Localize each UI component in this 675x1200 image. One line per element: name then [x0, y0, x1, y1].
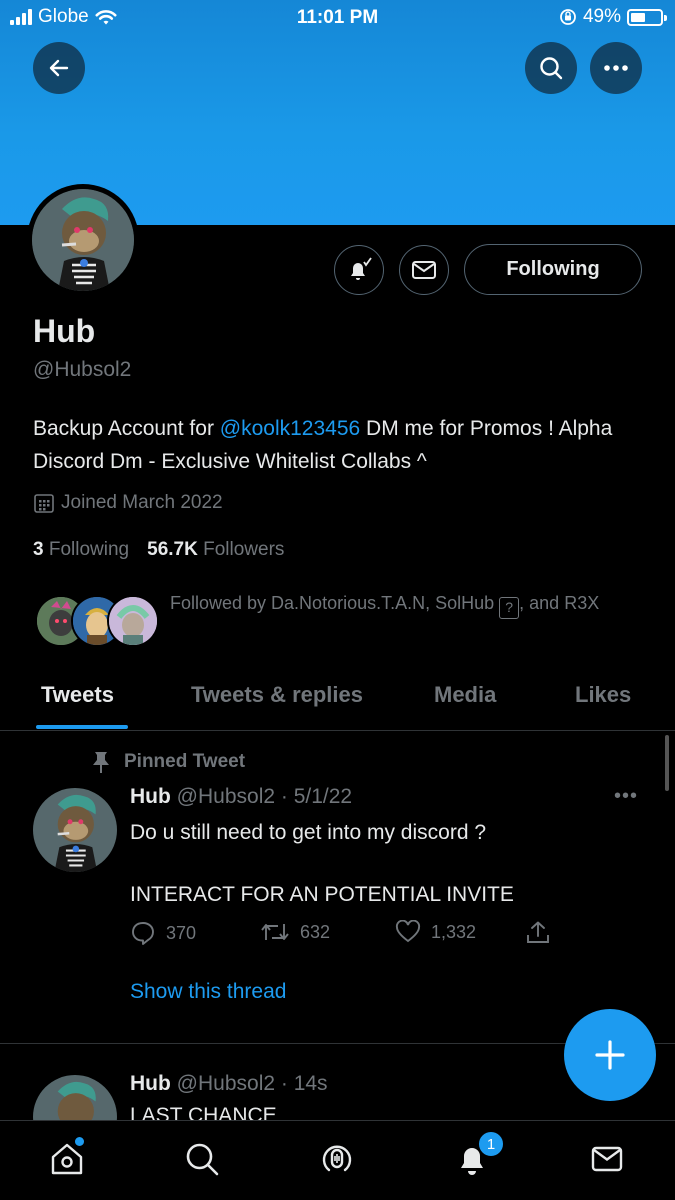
home-unread-dot — [75, 1137, 84, 1146]
tweet-header: Hub @Hubsol2 · 14s — [130, 1072, 328, 1096]
active-tab-indicator — [36, 725, 128, 729]
more-options-button[interactable] — [590, 42, 642, 94]
tweet-header: Hub @Hubsol2 · 5/1/22 — [130, 785, 352, 809]
battery-icon — [627, 8, 667, 26]
share-button[interactable] — [525, 920, 551, 946]
profile-handle: @Hubsol2 — [33, 358, 132, 381]
joined-date: Joined March 2022 — [33, 492, 223, 514]
tweet-text: Do u still need to get into my discord ?… — [130, 817, 650, 910]
pinned-text: Pinned Tweet — [124, 751, 246, 772]
share-icon — [527, 921, 549, 943]
tweet-text: LAST CHANCE — [130, 1104, 277, 1120]
bio-mention-link[interactable]: @koolk123456 — [220, 417, 360, 440]
orientation-lock-icon — [560, 9, 576, 25]
tab-media[interactable]: Media — [434, 682, 496, 708]
joined-text: Joined March 2022 — [61, 492, 223, 513]
follower-avatar — [107, 595, 159, 647]
followers-stat[interactable]: 56.7K Followers — [147, 539, 284, 561]
profile-name: Hub — [33, 313, 96, 349]
more-icon — [604, 65, 628, 71]
profile-tabs: Tweets Tweets & replies Media Likes — [0, 670, 675, 731]
following-button[interactable]: Following — [464, 244, 642, 295]
followed-by-rest: , and R3X — [519, 593, 600, 613]
follow-stats: 3 Following 56.7K Followers — [33, 539, 284, 561]
status-bar: Globe 11:01 PM 49% — [0, 0, 675, 36]
message-button[interactable] — [399, 245, 449, 295]
reply-icon — [132, 922, 154, 945]
like-icon — [395, 920, 421, 943]
back-arrow-icon — [49, 59, 69, 77]
tweet-author-name[interactable]: Hub — [130, 1072, 171, 1095]
mail-icon — [412, 261, 436, 279]
retweet-icon — [261, 924, 289, 940]
nav-home[interactable] — [45, 1137, 89, 1181]
back-button[interactable] — [33, 42, 85, 94]
pin-icon — [93, 752, 109, 773]
like-button[interactable]: 1,332 — [395, 920, 476, 944]
following-stat[interactable]: 3 Following — [33, 539, 129, 561]
tweet-handle-date: @Hubsol2 · 5/1/22 — [176, 785, 353, 808]
profile-bio: Backup Account for @koolk123456 DM me fo… — [33, 412, 653, 478]
ape-avatar-image — [33, 788, 117, 872]
spaces-icon — [322, 1145, 352, 1172]
plus-icon — [595, 1040, 625, 1070]
tweet-line-1: Do u still need to get into my discord ? — [130, 821, 487, 844]
followers-label: Followers — [203, 539, 285, 560]
bottom-navigation: 1 — [0, 1120, 675, 1200]
notifications-badge: 1 — [477, 1130, 505, 1158]
search-icon — [540, 57, 563, 80]
tab-tweets[interactable]: Tweets — [41, 682, 114, 708]
followers-you-know-avatars[interactable] — [35, 595, 159, 647]
tweet-author-avatar[interactable] — [33, 788, 117, 872]
tab-tweets-and-replies[interactable]: Tweets & replies — [191, 682, 363, 708]
bio-text: Backup Account for — [33, 417, 220, 440]
notify-bell-button[interactable] — [334, 245, 384, 295]
tweet-more-button[interactable]: ••• — [614, 785, 638, 808]
like-count: 1,332 — [431, 921, 477, 942]
tweet-handle-time: @Hubsol2 · 14s — [176, 1072, 328, 1095]
compose-tweet-button[interactable] — [564, 1009, 656, 1101]
following-label: Following — [48, 539, 130, 560]
followed-by-names: Followed by Da.Notorious.T.A.N, SolHub — [170, 593, 500, 613]
nav-notifications[interactable]: 1 — [450, 1130, 505, 1181]
nav-spaces[interactable] — [315, 1137, 359, 1181]
battery-percent: 49% — [582, 6, 621, 27]
calendar-icon — [34, 494, 54, 513]
show-thread-link[interactable]: Show this thread — [130, 980, 286, 1004]
reply-button[interactable]: 370 — [130, 920, 196, 946]
messages-icon — [591, 1146, 623, 1172]
following-count: 3 — [33, 539, 44, 560]
pinned-tweet-label: Pinned Tweet — [90, 750, 245, 774]
tweet-actions: 370 632 1,332 — [130, 920, 560, 952]
followers-count: 56.7K — [147, 539, 198, 560]
scrollbar[interactable] — [665, 735, 669, 791]
search-icon — [186, 1143, 219, 1176]
reply-count: 370 — [166, 922, 197, 943]
profile-avatar[interactable] — [27, 184, 139, 296]
tab-likes[interactable]: Likes — [575, 682, 631, 708]
retweet-button[interactable]: 632 — [260, 920, 330, 944]
nav-messages[interactable] — [585, 1137, 629, 1181]
followed-by-text[interactable]: Followed by Da.Notorious.T.A.N, SolHub ?… — [170, 588, 650, 619]
retweet-count: 632 — [300, 921, 331, 942]
tweet-line-2: INTERACT FOR AN POTENTIAL INVITE — [130, 883, 514, 906]
ape-avatar-image — [32, 189, 134, 291]
nav-search[interactable] — [180, 1137, 224, 1181]
tweet-author-name[interactable]: Hub — [130, 785, 171, 808]
unknown-emoji-icon: ? — [499, 597, 520, 619]
search-button[interactable] — [525, 42, 577, 94]
bell-check-icon — [351, 257, 372, 280]
